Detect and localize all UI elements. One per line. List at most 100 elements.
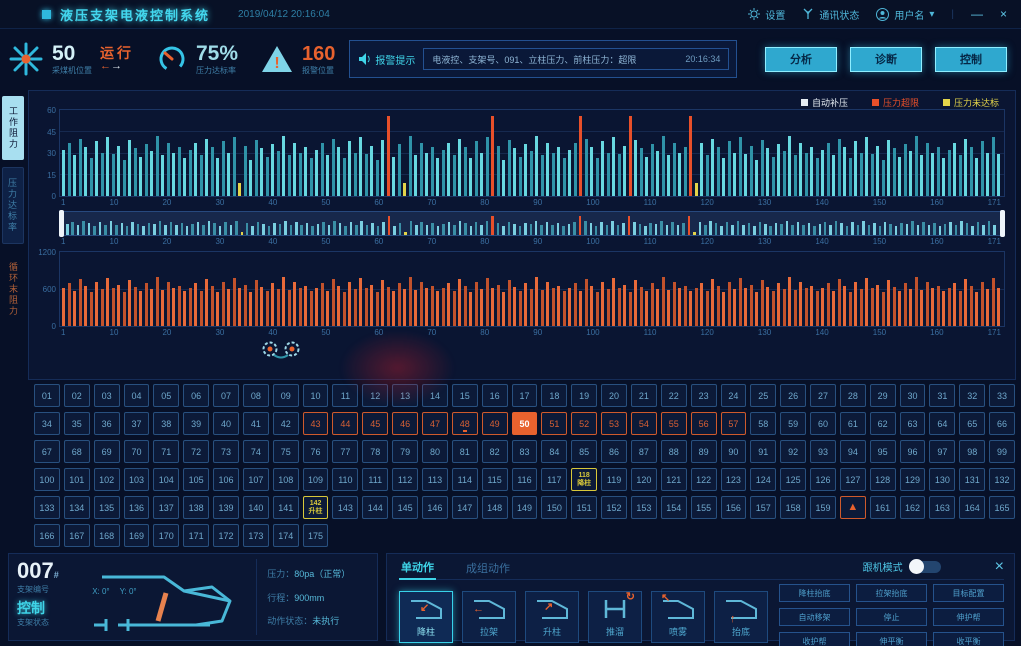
support-cell-overlimit[interactable]: 56 [691, 412, 717, 435]
support-cell[interactable]: 163 [929, 496, 955, 519]
support-cell[interactable]: 169 [124, 524, 150, 547]
support-cell[interactable]: 134 [64, 496, 90, 519]
support-cell[interactable]: 39 [183, 412, 209, 435]
support-cell[interactable]: 98 [959, 440, 985, 463]
support-cell[interactable]: 15 [452, 384, 478, 407]
support-cell[interactable]: 35 [64, 412, 90, 435]
support-cell[interactable]: 41 [243, 412, 269, 435]
support-cell[interactable]: 16 [482, 384, 508, 407]
support-cell[interactable]: 75 [273, 440, 299, 463]
support-cell[interactable]: 122 [691, 468, 717, 491]
support-cell[interactable]: 137 [153, 496, 179, 519]
support-cell[interactable]: 104 [153, 468, 179, 491]
support-cell[interactable]: 72 [183, 440, 209, 463]
support-cell[interactable]: 99 [989, 440, 1015, 463]
support-cell[interactable]: 147 [452, 496, 478, 519]
follow-mode-toggle[interactable] [911, 561, 941, 573]
support-cell[interactable]: 20 [601, 384, 627, 407]
support-cell[interactable]: 37 [124, 412, 150, 435]
support-cell[interactable]: 89 [691, 440, 717, 463]
panel-close-button[interactable]: × [995, 559, 1004, 575]
support-cell[interactable]: 07 [213, 384, 239, 407]
quick-action-button-0[interactable]: 降柱抬底 [779, 584, 850, 602]
support-cell[interactable]: 88 [661, 440, 687, 463]
support-cell[interactable]: 130 [929, 468, 955, 491]
support-cell[interactable]: 11 [332, 384, 358, 407]
support-cell[interactable]: 93 [810, 440, 836, 463]
support-cell[interactable]: 79 [392, 440, 418, 463]
support-cell[interactable]: 38 [153, 412, 179, 435]
support-cell[interactable]: 133 [34, 496, 60, 519]
support-cell[interactable]: 73 [213, 440, 239, 463]
support-cell-overlimit[interactable]: 43 [303, 412, 329, 435]
quick-action-button-3[interactable]: 自动移架 [779, 608, 850, 626]
support-cell[interactable]: 86 [601, 440, 627, 463]
support-cell[interactable]: 138 [183, 496, 209, 519]
side-tab-0[interactable]: 工作阻力 [2, 96, 24, 160]
support-cell[interactable]: 31 [929, 384, 955, 407]
support-cell-action[interactable]: 142升柱 [303, 496, 329, 519]
support-cell[interactable]: 63 [900, 412, 926, 435]
action-tab-0[interactable]: 单动作 [399, 554, 436, 580]
support-cell[interactable]: 120 [631, 468, 657, 491]
navigator-right-handle[interactable] [1000, 210, 1005, 237]
support-cell[interactable]: 126 [810, 468, 836, 491]
support-cell[interactable]: 158 [780, 496, 806, 519]
support-cell[interactable]: 02 [64, 384, 90, 407]
support-cell[interactable]: 103 [124, 468, 150, 491]
support-cell[interactable]: 76 [303, 440, 329, 463]
action-button-support-arrow-up[interactable]: ↗升柱 [525, 591, 579, 643]
top-button-0[interactable]: 分析 [765, 47, 837, 72]
support-cell[interactable]: 22 [661, 384, 687, 407]
support-cell[interactable]: 105 [183, 468, 209, 491]
support-cell[interactable]: 21 [631, 384, 657, 407]
support-cell[interactable]: 58 [750, 412, 776, 435]
support-cell[interactable]: 32 [959, 384, 985, 407]
support-cell[interactable]: 164 [959, 496, 985, 519]
support-cell[interactable]: 83 [512, 440, 538, 463]
support-cell[interactable]: 87 [631, 440, 657, 463]
support-cell[interactable]: 69 [94, 440, 120, 463]
support-cell[interactable]: 170 [153, 524, 179, 547]
support-cell-overlimit[interactable]: 48 [452, 412, 478, 435]
support-cell[interactable]: 168 [94, 524, 120, 547]
support-cell-overlimit[interactable]: 44 [332, 412, 358, 435]
support-cell[interactable]: 62 [870, 412, 896, 435]
support-cell[interactable]: 141 [273, 496, 299, 519]
support-cell[interactable]: 139 [213, 496, 239, 519]
support-cell-overlimit[interactable]: 51 [541, 412, 567, 435]
support-cell[interactable]: 04 [124, 384, 150, 407]
support-cell-overlimit[interactable]: 45 [362, 412, 388, 435]
support-cell[interactable]: 82 [482, 440, 508, 463]
support-cell[interactable]: 14 [422, 384, 448, 407]
support-cell[interactable]: 97 [929, 440, 955, 463]
support-cell-overlimit[interactable]: 55 [661, 412, 687, 435]
support-cell[interactable]: 84 [541, 440, 567, 463]
support-cell[interactable]: 18 [541, 384, 567, 407]
support-cell[interactable]: 152 [601, 496, 627, 519]
support-cell[interactable]: 143 [332, 496, 358, 519]
support-cell[interactable]: 94 [840, 440, 866, 463]
support-cell[interactable]: 01 [34, 384, 60, 407]
support-cell[interactable]: 166 [34, 524, 60, 547]
support-cell[interactable]: 26 [780, 384, 806, 407]
support-cell[interactable]: 36 [94, 412, 120, 435]
support-cell[interactable]: 68 [64, 440, 90, 463]
support-cell[interactable]: 100 [34, 468, 60, 491]
support-cell[interactable]: 102 [94, 468, 120, 491]
support-cell[interactable]: 132 [989, 468, 1015, 491]
quick-action-button-6[interactable]: 收护帮 [779, 632, 850, 646]
support-cell[interactable]: 128 [870, 468, 896, 491]
support-cell[interactable]: 171 [183, 524, 209, 547]
quick-action-button-2[interactable]: 目标配置 [933, 584, 1004, 602]
action-button-pusher-arrow[interactable]: ↻推溜 [588, 591, 642, 643]
support-cell[interactable]: 13 [392, 384, 418, 407]
support-cell[interactable]: 77 [332, 440, 358, 463]
support-cell[interactable]: 167 [64, 524, 90, 547]
support-cell[interactable]: 91 [750, 440, 776, 463]
support-cell[interactable]: 121 [661, 468, 687, 491]
support-cell[interactable]: 135 [94, 496, 120, 519]
action-button-support-arrow-down[interactable]: ↙降柱 [399, 591, 453, 643]
close-button[interactable]: × [1000, 7, 1007, 21]
support-cell[interactable]: 85 [571, 440, 597, 463]
